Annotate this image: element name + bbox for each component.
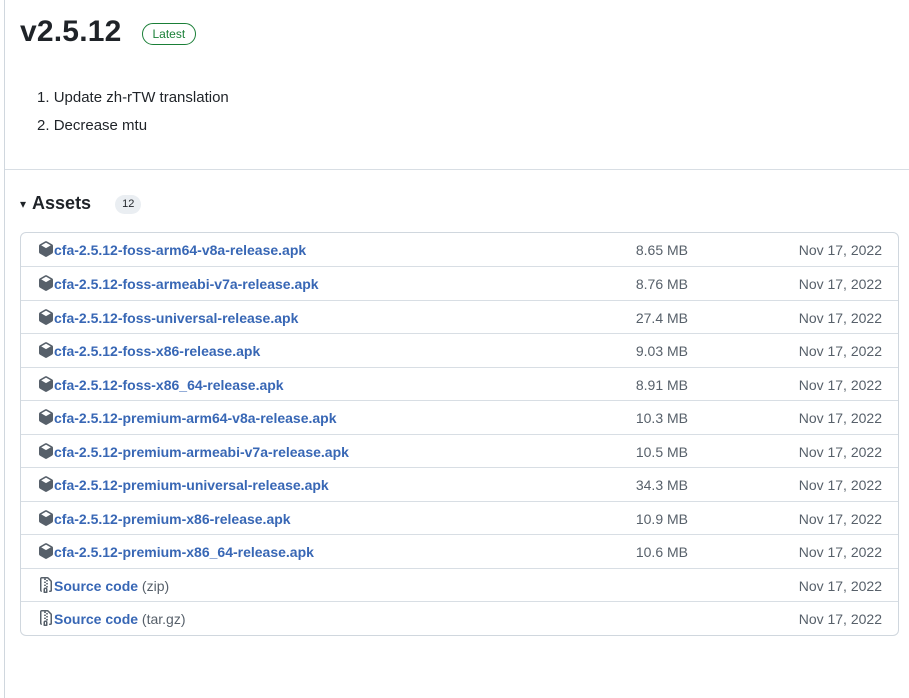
package-icon — [38, 375, 54, 392]
asset-date: Nov 17, 2022 — [798, 276, 882, 292]
asset-row: cfa-2.5.12-premium-arm64-v8a-release.apk… — [21, 400, 898, 434]
asset-row: Source code (tar.gz) Nov 17, 2022 — [21, 601, 898, 635]
asset-name: cfa-2.5.12-foss-arm64-v8a-release.apk — [54, 242, 307, 258]
package-icon — [38, 342, 54, 358]
asset-size: 34.3 MB — [635, 477, 688, 493]
asset-download-link[interactable]: cfa-2.5.12-foss-universal-release.apk — [54, 309, 298, 327]
asset-date: Nov 17, 2022 — [798, 410, 882, 426]
package-icon — [38, 442, 54, 459]
asset-download-link[interactable]: cfa-2.5.12-foss-armeabi-v7a-release.apk — [54, 275, 319, 293]
asset-size: 27.4 MB — [635, 309, 688, 326]
asset-name: cfa-2.5.12-premium-x86_64-release.apk — [54, 544, 314, 560]
asset-name: cfa-2.5.12-foss-universal-release.apk — [54, 309, 299, 326]
package-icon — [38, 409, 54, 425]
asset-row: cfa-2.5.12-foss-x86-release.apk 9.03 MB No… — [21, 333, 898, 367]
asset-row: cfa-2.5.12-foss-x86_64-release.apk 8.91 M… — [21, 366, 898, 401]
asset-date: Nov 17, 2022 — [798, 443, 882, 460]
asset-date: Nov 17, 2022 — [798, 343, 882, 359]
latest-badge: Latest — [141, 23, 197, 45]
file-zip-icon — [38, 610, 54, 626]
asset-download-link[interactable]: cfa-2.5.12-premium-x86_64-release.apk — [54, 543, 314, 561]
asset-row: cfa-2.5.12-premium-x86-release.apk 10.9 M… — [21, 500, 898, 535]
assets-list: cfa-2.5.12-foss-arm64-v8a-release.apk 8.6… — [20, 232, 899, 636]
release-title[interactable]: v2.5.12 — [20, 12, 122, 52]
asset-size: 8.76 MB — [635, 276, 688, 292]
asset-name: cfa-2.5.12-premium-universal-release.apk — [54, 477, 329, 493]
asset-download-link[interactable]: cfa-2.5.12-foss-x86-release.apk — [54, 342, 260, 360]
asset-date: Nov 17, 2022 — [798, 376, 882, 393]
asset-row: Source code (zip) Nov 17, 2022 — [21, 567, 898, 602]
asset-name-suffix: (tar.gz) — [141, 611, 186, 627]
release-notes: 1. Update zh-rTW translation 2. Decrease… — [37, 86, 229, 142]
release-note-item: 1. Update zh-rTW translation — [37, 89, 229, 106]
package-icon — [38, 543, 54, 559]
asset-date: Nov 17, 2022 — [798, 510, 882, 527]
asset-download-link[interactable]: cfa-2.5.12-foss-arm64-v8a-release.apk — [54, 241, 306, 259]
asset-date: Nov 17, 2022 — [798, 611, 882, 627]
asset-name: cfa-2.5.12-foss-x86_64-release.apk — [54, 376, 284, 393]
asset-name: Source code — [54, 611, 139, 627]
asset-download-link[interactable]: cfa-2.5.12-premium-x86-release.apk — [54, 510, 291, 528]
assets-title: Assets — [32, 192, 92, 213]
asset-size: 10.3 MB — [635, 410, 688, 426]
asset-date: Nov 17, 2022 — [798, 309, 882, 326]
asset-download-link[interactable]: cfa-2.5.12-premium-arm64-v8a-release.apk — [54, 409, 337, 427]
asset-name: cfa-2.5.12-foss-x86-release.apk — [54, 343, 261, 359]
asset-download-link[interactable]: cfa-2.5.12-foss-x86_64-release.apk — [54, 376, 284, 394]
assets-toggle[interactable]: ▾ Assets 12 — [20, 190, 142, 216]
package-icon — [38, 275, 54, 291]
package-icon — [38, 476, 54, 492]
asset-size: 10.5 MB — [635, 443, 688, 460]
package-icon — [38, 241, 54, 257]
asset-size: 8.65 MB — [635, 242, 688, 258]
asset-row: cfa-2.5.12-foss-universal-release.apk 27.… — [21, 299, 898, 334]
asset-size: 9.03 MB — [635, 343, 688, 359]
release-note-text: Decrease mtu — [53, 117, 148, 134]
release-note-text: Update zh-rTW translation — [53, 89, 229, 106]
release-note-item: 2. Decrease mtu — [37, 117, 148, 134]
package-icon — [38, 509, 54, 526]
asset-row: cfa-2.5.12-foss-arm64-v8a-release.apk 8.6… — [21, 233, 898, 266]
section-divider — [5, 169, 909, 170]
caret-down-icon: ▾ — [20, 197, 27, 211]
asset-name: cfa-2.5.12-foss-armeabi-v7a-release.apk — [54, 276, 319, 292]
asset-date: Nov 17, 2022 — [798, 242, 882, 258]
asset-row: cfa-2.5.12-premium-x86_64-release.apk 10.… — [21, 534, 898, 568]
assets-count-badge: 12 — [115, 195, 142, 214]
asset-download-link[interactable]: Source code (tar.gz) — [54, 610, 186, 628]
asset-row: cfa-2.5.12-premium-armeabi-v7a-release.a… — [21, 433, 898, 468]
asset-name: cfa-2.5.12-premium-arm64-v8a-release.apk — [54, 410, 337, 426]
asset-name: cfa-2.5.12-premium-x86-release.apk — [54, 510, 291, 527]
asset-name-suffix: (zip) — [141, 577, 170, 594]
asset-row: cfa-2.5.12-premium-universal-release.apk… — [21, 467, 898, 501]
asset-size: 10.9 MB — [635, 510, 688, 527]
asset-size: 10.6 MB — [635, 544, 688, 560]
asset-size: 8.91 MB — [635, 376, 688, 393]
asset-date: Nov 17, 2022 — [798, 477, 882, 493]
asset-date: Nov 17, 2022 — [798, 577, 882, 594]
asset-name: Source code — [54, 577, 139, 594]
asset-row: cfa-2.5.12-foss-armeabi-v7a-release.apk 8… — [21, 266, 898, 300]
asset-download-link[interactable]: cfa-2.5.12-premium-universal-release.apk — [54, 476, 329, 494]
asset-download-link[interactable]: cfa-2.5.12-premium-armeabi-v7a-release.a… — [54, 443, 349, 461]
release-header: v2.5.12 Latest — [20, 12, 197, 52]
asset-name: cfa-2.5.12-premium-armeabi-v7a-release.a… — [54, 443, 349, 460]
package-icon — [38, 308, 54, 325]
file-zip-icon — [38, 576, 54, 593]
asset-download-link[interactable]: Source code (zip) — [54, 577, 169, 595]
asset-date: Nov 17, 2022 — [798, 544, 882, 560]
